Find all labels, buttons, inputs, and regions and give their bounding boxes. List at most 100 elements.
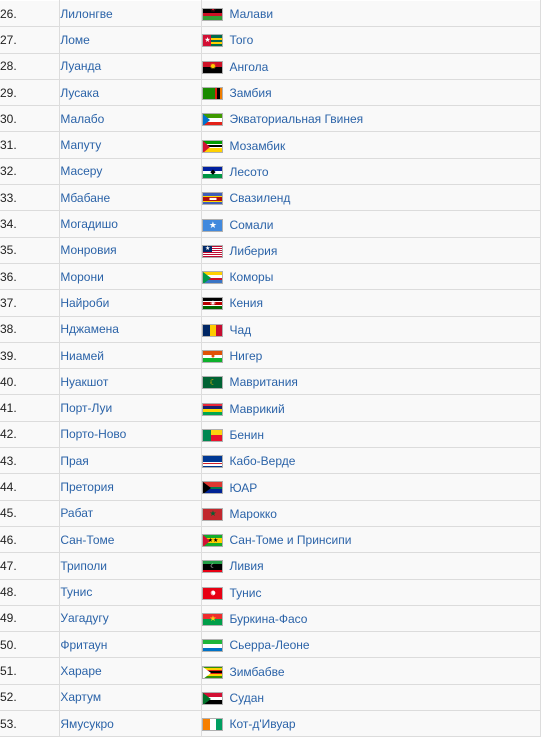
capital-link[interactable]: Масеру xyxy=(60,164,102,178)
capital-link[interactable]: Ямусукро xyxy=(60,717,114,731)
country-link[interactable]: ЮАР xyxy=(229,480,257,494)
capital-link[interactable]: Могадишо xyxy=(60,217,118,231)
capital-link[interactable]: Порт-Луи xyxy=(60,401,112,415)
capital-link[interactable]: Нджамена xyxy=(60,322,119,336)
row-number: 30. xyxy=(0,105,61,133)
country-link[interactable]: Ангола xyxy=(229,60,268,74)
country-cell: ☾ Мавритания xyxy=(201,368,541,396)
capital-link[interactable]: Уагадугу xyxy=(60,611,108,625)
capital-cell: Порто-Ново xyxy=(59,420,203,449)
capital-link[interactable]: Хараре xyxy=(60,664,101,678)
capital-link[interactable]: Ниамей xyxy=(60,349,104,363)
row-number: 53. xyxy=(0,710,61,737)
table-row: 39. Ниамей ● Нигер xyxy=(0,341,541,370)
capital-cell: Луанда xyxy=(59,52,203,80)
capital-link[interactable]: Претория xyxy=(60,480,113,494)
capital-link[interactable]: Морони xyxy=(60,270,103,284)
capital-link[interactable]: Лусака xyxy=(60,86,99,100)
capital-cell: Морони xyxy=(59,262,203,291)
country-link[interactable]: Зимбабве xyxy=(229,664,284,678)
country-link[interactable]: Кот-д'Ивуар xyxy=(229,717,295,731)
table-row: 46. Сан-Томе ★★ Сан-Томе и Принсипи xyxy=(0,525,541,554)
table-row: 37. Найроби ◈ Кения xyxy=(0,289,541,317)
country-link[interactable]: Сомали xyxy=(229,217,273,231)
country-link[interactable]: Ливия xyxy=(229,559,263,573)
capital-cell: Фритаун xyxy=(59,631,203,659)
flag-kenya-icon: ◈ xyxy=(202,296,224,311)
capital-cell: Нуакшот xyxy=(59,368,203,396)
country-link[interactable]: Коморы xyxy=(229,270,273,284)
country-cell: Маврикий xyxy=(201,394,541,422)
flag-niger-icon: ● xyxy=(202,349,224,363)
country-cell: ● ☾ Тунис xyxy=(201,578,541,606)
capital-link[interactable]: Хартум xyxy=(60,690,101,704)
table-row: 47. Триполи ☾ Ливия xyxy=(0,552,541,580)
country-link[interactable]: Маврикий xyxy=(229,401,284,415)
capital-cell: Хартум xyxy=(59,683,203,712)
country-link[interactable]: Кения xyxy=(229,296,263,310)
flag-mozambique-icon xyxy=(202,138,224,153)
capital-link[interactable]: Сан-Томе xyxy=(60,533,114,547)
country-link[interactable]: Сан-Томе и Принсипи xyxy=(229,533,351,547)
country-cell: ★ Марокко xyxy=(201,499,541,527)
capital-link[interactable]: Тунис xyxy=(60,585,92,599)
capital-link[interactable]: Рабат xyxy=(60,506,93,520)
country-link[interactable]: Мавритания xyxy=(229,375,297,389)
country-link[interactable]: Кабо-Верде xyxy=(229,454,295,468)
row-number: 34. xyxy=(0,210,61,238)
capital-cell: Ямусукро xyxy=(59,710,203,737)
table-row: 53. Ямусукро Кот-д'Ивуар xyxy=(0,710,541,737)
country-cell: ☾ Ливия xyxy=(201,552,541,580)
country-link[interactable]: Малави xyxy=(229,7,273,21)
country-link[interactable]: Марокко xyxy=(229,507,276,521)
capital-link[interactable]: Малабо xyxy=(60,112,104,126)
capital-link[interactable]: Нуакшот xyxy=(60,375,108,389)
country-link[interactable]: Чад xyxy=(229,323,251,337)
country-link[interactable]: Буркина-Фасо xyxy=(229,612,307,626)
flag-chad-icon xyxy=(202,322,224,337)
capital-link[interactable]: Порто-Ново xyxy=(60,427,126,441)
row-number: 49. xyxy=(0,604,61,633)
capital-cell: Сан-Томе xyxy=(59,525,203,554)
capital-link[interactable]: Лилонгве xyxy=(60,7,112,21)
capital-link[interactable]: Ломе xyxy=(60,33,89,47)
capital-link[interactable]: Триполи xyxy=(60,559,107,573)
capital-cell: Малабо xyxy=(59,105,203,133)
country-link[interactable]: Того xyxy=(229,33,253,47)
row-number: 33. xyxy=(0,184,61,212)
capital-cell: Найроби xyxy=(59,289,203,317)
country-link[interactable]: Сьерра-Леоне xyxy=(229,638,309,652)
country-cell: Чад xyxy=(201,315,541,343)
row-number: 44. xyxy=(0,473,61,501)
country-cell: ★ Либерия xyxy=(201,236,541,264)
table-row: 49. Уагадугу ★ Буркина-Фасо xyxy=(0,604,541,633)
capital-link[interactable]: Найроби xyxy=(60,296,109,310)
capital-link[interactable]: Фритаун xyxy=(60,638,107,652)
country-link[interactable]: Замбия xyxy=(229,86,271,100)
capital-cell: Лилонгве xyxy=(59,0,203,28)
table-row: 30. Малабо Экваториальная Гвинея xyxy=(0,105,541,133)
country-link[interactable]: Мозамбик xyxy=(229,138,285,152)
row-number: 41. xyxy=(0,394,61,422)
country-link[interactable]: Свазиленд xyxy=(229,191,290,205)
table-row: 35. Монровия ★ Либерия xyxy=(0,236,541,264)
row-number: 37. xyxy=(0,289,61,317)
table-row: 50. Фритаун Сьерра-Леоне xyxy=(0,631,541,659)
country-link[interactable]: Либерия xyxy=(229,244,277,258)
capital-link[interactable]: Прая xyxy=(60,454,88,468)
capital-link[interactable]: Мапуту xyxy=(60,138,101,152)
country-link[interactable]: Нигер xyxy=(229,349,262,363)
capital-link[interactable]: Луанда xyxy=(60,59,101,73)
country-link[interactable]: Бенин xyxy=(229,428,264,442)
country-cell: Замбия xyxy=(201,78,541,107)
country-link[interactable]: Судан xyxy=(229,691,264,705)
capital-link[interactable]: Мбабане xyxy=(60,191,110,205)
country-link[interactable]: Лесото xyxy=(229,165,268,179)
country-link[interactable]: Экваториальная Гвинея xyxy=(229,112,363,126)
capital-link[interactable]: Монровия xyxy=(60,243,116,257)
country-link[interactable]: Тунис xyxy=(229,586,261,600)
flag-mauritius-icon xyxy=(202,401,224,416)
country-cell: ★ Того xyxy=(201,26,541,54)
country-cell: Судан xyxy=(201,683,541,712)
table-row: 27. Ломе ★ Того xyxy=(0,26,541,54)
